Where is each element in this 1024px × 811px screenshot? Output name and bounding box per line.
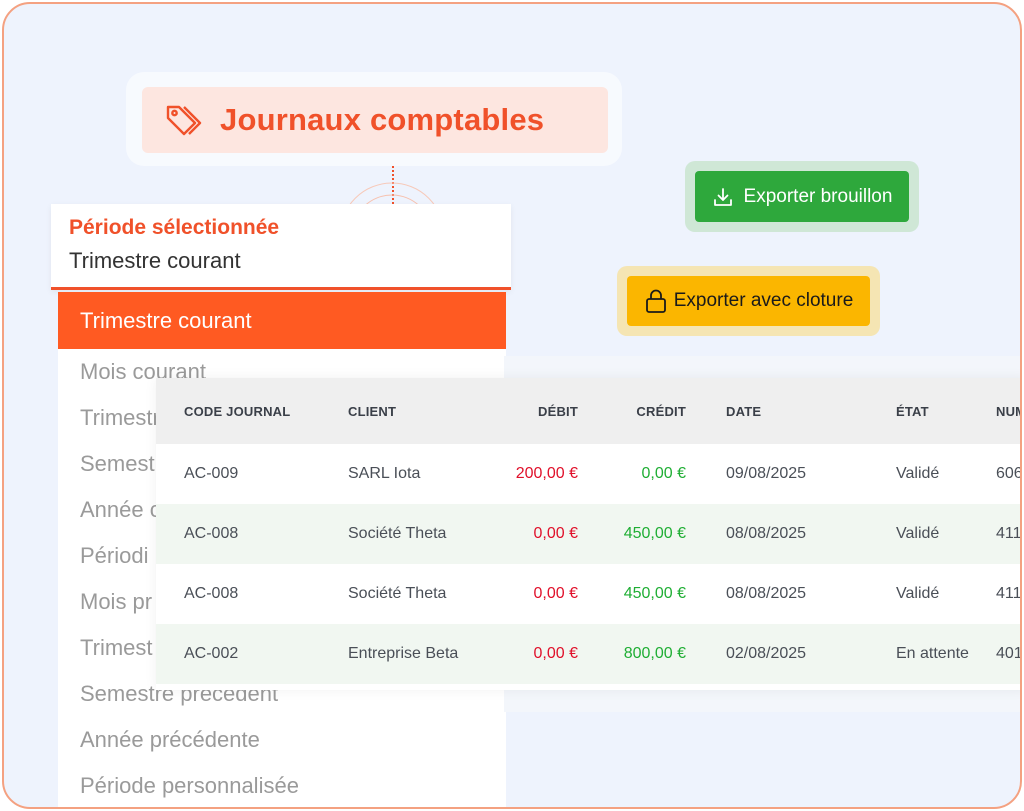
download-icon	[713, 187, 732, 206]
table-row[interactable]: AC-002 Entreprise Beta 0,00 € 800,00 € 0…	[156, 624, 1022, 684]
table-row[interactable]: AC-008 Société Theta 0,00 € 450,00 € 08/…	[156, 504, 1022, 564]
title-pill: Journaux comptables	[142, 87, 608, 153]
period-option[interactable]: Période personnalisée	[58, 763, 506, 807]
cell-state: Validé	[896, 465, 940, 482]
cell-debit: 0,00 €	[533, 525, 578, 542]
period-option[interactable]: Trimestre courant	[58, 292, 506, 349]
table-row[interactable]: AC-009 SARL Iota 200,00 € 0,00 € 09/08/2…	[156, 444, 1022, 504]
cell-debit: 0,00 €	[533, 645, 578, 662]
cell-code: AC-002	[184, 645, 239, 662]
lock-icon	[645, 289, 666, 313]
cell-code: AC-008	[184, 525, 239, 542]
cell-debit: 200,00 €	[515, 465, 578, 482]
header-debit[interactable]: DÉBIT	[496, 378, 578, 444]
cell-date: 09/08/2025	[726, 465, 807, 482]
cell-credit: 800,00 €	[623, 645, 686, 662]
period-option[interactable]: Année précédente	[58, 717, 506, 763]
table-header: CODE JOURNAL CLIENT DÉBIT CRÉDIT DATE ÉT…	[156, 378, 1020, 444]
header-credit[interactable]: CRÉDIT	[604, 378, 686, 444]
cell-credit: 450,00 €	[623, 585, 686, 602]
cell-client: SARL Iota	[348, 465, 421, 482]
cell-code: AC-008	[184, 585, 239, 602]
header-date[interactable]: DATE	[726, 378, 761, 444]
tags-icon	[166, 105, 202, 136]
cell-date: 02/08/2025	[726, 645, 807, 662]
cell-code: AC-009	[184, 465, 239, 482]
export-draft-label: Exporter brouillon	[743, 185, 893, 207]
cell-state: En attente	[896, 645, 969, 662]
app-frame: Journaux comptables Période sélectionnée…	[2, 2, 1022, 809]
cell-credit: 450,00 €	[623, 525, 686, 542]
cell-state: Validé	[896, 585, 940, 602]
cell-num: 6064	[996, 465, 1022, 482]
export-draft-button[interactable]: Exporter brouillon	[695, 171, 909, 222]
cell-client: Société Theta	[348, 525, 447, 542]
page-title: Journaux comptables	[220, 102, 545, 137]
period-value: Trimestre courant	[69, 248, 241, 273]
cell-credit: 0,00 €	[641, 465, 686, 482]
export-close-button[interactable]: Exporter avec cloture	[627, 276, 870, 326]
cell-date: 08/08/2025	[726, 525, 807, 542]
header-state[interactable]: ÉTAT	[896, 378, 929, 444]
header-code[interactable]: CODE JOURNAL	[184, 378, 290, 444]
table-row[interactable]: AC-008 Société Theta 0,00 € 450,00 € 08/…	[156, 564, 1022, 624]
cell-num: 4113	[996, 585, 1022, 602]
cell-debit: 0,00 €	[533, 585, 578, 602]
header-client[interactable]: CLIENT	[348, 378, 396, 444]
period-label: Période sélectionnée	[69, 216, 280, 239]
cell-num: 4012	[996, 645, 1022, 662]
export-close-label: Exporter avec cloture	[673, 290, 854, 311]
period-select[interactable]: Période sélectionnée Trimestre courant	[51, 204, 511, 290]
cell-client: Entreprise Beta	[348, 645, 459, 662]
cell-state: Validé	[896, 525, 940, 542]
cell-date: 08/08/2025	[726, 585, 807, 602]
cell-num: 4113	[996, 525, 1022, 542]
title-card: Journaux comptables	[126, 72, 622, 166]
cell-client: Société Theta	[348, 585, 447, 602]
header-num[interactable]: NUM	[996, 378, 1020, 444]
journal-table: CODE JOURNAL CLIENT DÉBIT CRÉDIT DATE ÉT…	[156, 378, 1022, 690]
